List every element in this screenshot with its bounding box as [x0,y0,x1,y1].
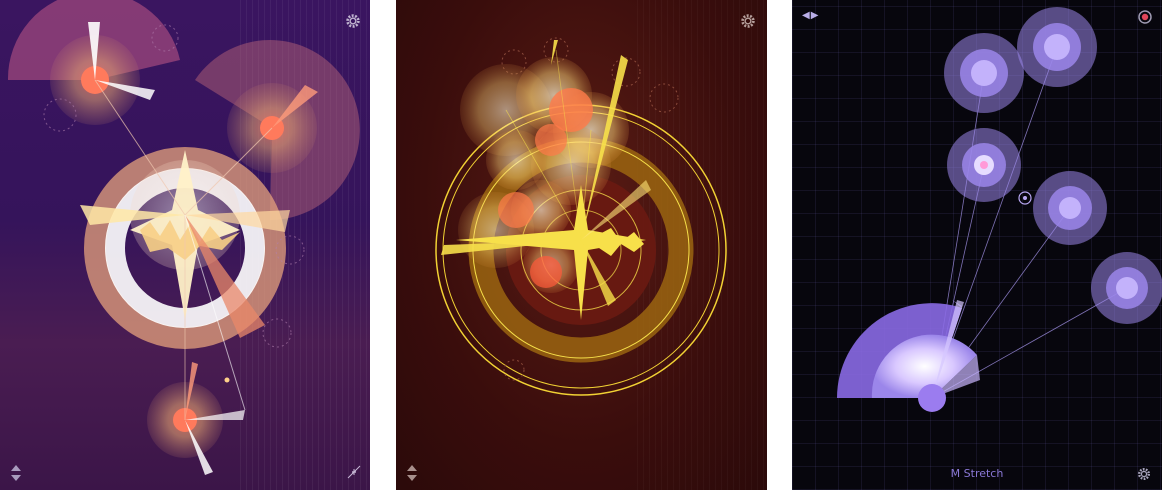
visualizer-panel-amber[interactable] [0,0,370,490]
settings-icon[interactable] [1136,466,1152,482]
visualizer-panel-fire[interactable] [396,0,767,490]
settings-icon[interactable] [739,12,757,30]
fire-visualization [435,37,727,396]
settings-icon[interactable] [344,12,362,30]
amber-visualization [7,0,360,475]
visualizer-panel-violet[interactable]: ◀▶ M Stretch [792,0,1162,490]
violet-visualization [837,7,1162,412]
mode-label: M Stretch [950,467,1004,480]
updown-arrows-icon[interactable] [406,464,418,482]
waveform-icon[interactable] [346,464,362,480]
updown-arrows-icon[interactable] [10,464,22,482]
